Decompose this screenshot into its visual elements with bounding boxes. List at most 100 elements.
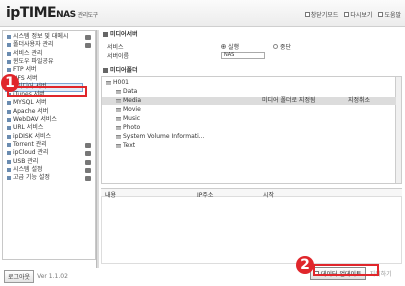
tree-row[interactable]: Photo [102,124,396,132]
sidebar-item[interactable]: 서비스 관리 [7,50,43,58]
server-name-row: 서버이름 [107,51,130,60]
folder-icon [7,68,11,73]
panel-icon[interactable] [85,43,91,49]
sidebar-item[interactable]: 윈도우 파일공유 [7,58,54,66]
sidebar-item[interactable]: 폴더사용자 관리 [7,41,54,49]
folder-icon [7,134,11,139]
sidebar-item-label: MYSQL 서버 [13,99,47,107]
radio-on-icon[interactable] [221,43,226,49]
header: ipTIMENAS 관리도구 창닫기모드 다시보기 도움말 [0,0,405,27]
sidebar-splitter[interactable] [96,30,99,268]
folder-icon [7,51,11,56]
sidebar-item[interactable]: Apache 서버 [7,108,48,116]
sidebar-item-label: WebDAV 서비스 [13,116,57,123]
sidebar-item[interactable]: MYSQL 서버 [7,99,47,107]
panel-icon[interactable] [85,159,91,165]
folder-icon [7,142,11,147]
section-icon [103,32,108,37]
folder-icon [7,109,11,114]
panel-icon[interactable] [85,176,91,182]
service-section-title: 미디어서버 [101,30,402,39]
media-folder-status: 미디어 폴더로 지정됨 [262,97,316,104]
folder-icon [7,35,11,39]
radio-off-icon[interactable] [273,43,278,49]
sidebar-item[interactable]: WebDAV 서비스 [7,116,57,124]
tree-row-label: Media [123,97,142,104]
folder-icon [7,159,11,164]
service-row: 서비스 [107,42,124,51]
sidebar-item[interactable]: 시스템 정보 및 대메시 [7,33,68,41]
sidebar-item[interactable]: ipCloud 관리 [7,149,49,157]
folder-icon [7,43,11,48]
sidebar-item[interactable]: 고급 기능 설정 [7,174,50,182]
checkbox-icon [304,12,310,17]
sidebar-item-label: Torrent 관리 [13,140,47,148]
sidebar-item[interactable]: 시스템 설정 [7,166,43,174]
help-icon [378,12,384,17]
folder-icon [7,126,11,131]
folder-icon [116,108,121,112]
sidebar-item-label: URL 서비스 [13,124,44,132]
folder-icon [106,81,111,85]
highlight-box [7,86,87,97]
panel-icon[interactable] [85,142,91,148]
sidebar-item-label: 고급 기능 설정 [13,174,50,182]
service-label: 서비스 [107,43,124,51]
unassign-link[interactable]: 지정취소 [348,97,370,105]
folder-icon [7,176,11,181]
sidebar-item[interactable]: FTP 서버 [7,66,37,74]
tree-row[interactable]: H001 [102,79,396,87]
folder-icon [116,90,121,94]
sidebar-item-label: 서비스 관리 [13,49,43,57]
folder-icon [7,101,11,106]
tree-row-label: Text [123,142,136,149]
header-links: 창닫기모드 다시보기 도움말 [304,10,401,19]
sidebar-item-label: ipDISK 서비스 [13,132,52,140]
sidebar-item-label: Apache 서버 [13,107,49,115]
folder-icon [116,99,121,103]
server-name-label: 서버이름 [107,52,130,60]
tree-row[interactable]: System Volume Informati... [102,133,396,141]
log-table-header: 내용 IP주소 시작 [101,188,402,199]
section-icon [103,68,108,73]
tree-row[interactable]: Data [102,88,396,96]
tree-row-label: System Volume Informati... [123,133,205,140]
main-panel: 미디어서버 서비스 실행 중단 서버이름 NAS 미디어폴더 H001 Data M… [101,30,402,264]
app-logo: ipTIMENAS 관리도구 [6,5,98,21]
sidebar-item-label: FTP 서버 [13,66,37,74]
folder-tree: H001 Data Media 미디어 폴더로 지정됨 지정취소 Movie Music Ph… [101,76,402,184]
tree-row-label: Movie [123,106,141,113]
sidebar-item[interactable]: URL 서비스 [7,124,43,132]
tree-row[interactable]: Movie [102,106,396,114]
stop-option[interactable]: 중단 [273,42,291,51]
panel-icon[interactable] [85,167,91,173]
tree-row-label: Data [123,88,138,95]
sidebar-item[interactable]: ipDISK 서비스 [7,133,51,141]
run-option[interactable]: 실행 [221,42,239,51]
reload-link[interactable]: 다시보기 [344,10,372,19]
logout-button[interactable]: 로그아웃 [4,270,35,283]
folder-icon [116,135,121,139]
folder-icon [7,118,11,122]
tree-row[interactable]: Text [102,142,396,150]
version-label: Ver 1.1.02 [37,273,68,280]
highlight-box-2 [313,264,379,276]
tree-row-label: H001 [113,79,129,86]
panel-icon[interactable] [85,151,91,157]
tree-row[interactable]: Music [102,115,396,123]
step-marker-1: 1 [1,74,19,92]
log-table-body [101,197,402,264]
panel-icon[interactable] [85,35,91,40]
server-name-input[interactable]: NAS [221,52,265,59]
tree-row[interactable]: Media 미디어 폴더로 지정됨 지정취소 [102,97,396,105]
folder-icon [116,117,121,121]
sidebar: 시스템 정보 및 대메시 폴더사용자 관리 서비스 관리 윈도우 파일공유 FTP 서버… [2,30,96,260]
sidebar-footer: 로그아웃 Ver 1.1.02 [4,270,68,283]
sidebar-item-label: 윈도우 파일공유 [13,57,54,65]
sidebar-item[interactable]: Torrent 관리 [7,141,47,149]
close-mode-link[interactable]: 창닫기모드 [304,10,338,19]
sidebar-item[interactable]: USB 관리 [7,158,38,166]
folder-icon [7,167,11,172]
help-link[interactable]: 도움말 [378,10,401,19]
folder-icon [116,144,121,148]
